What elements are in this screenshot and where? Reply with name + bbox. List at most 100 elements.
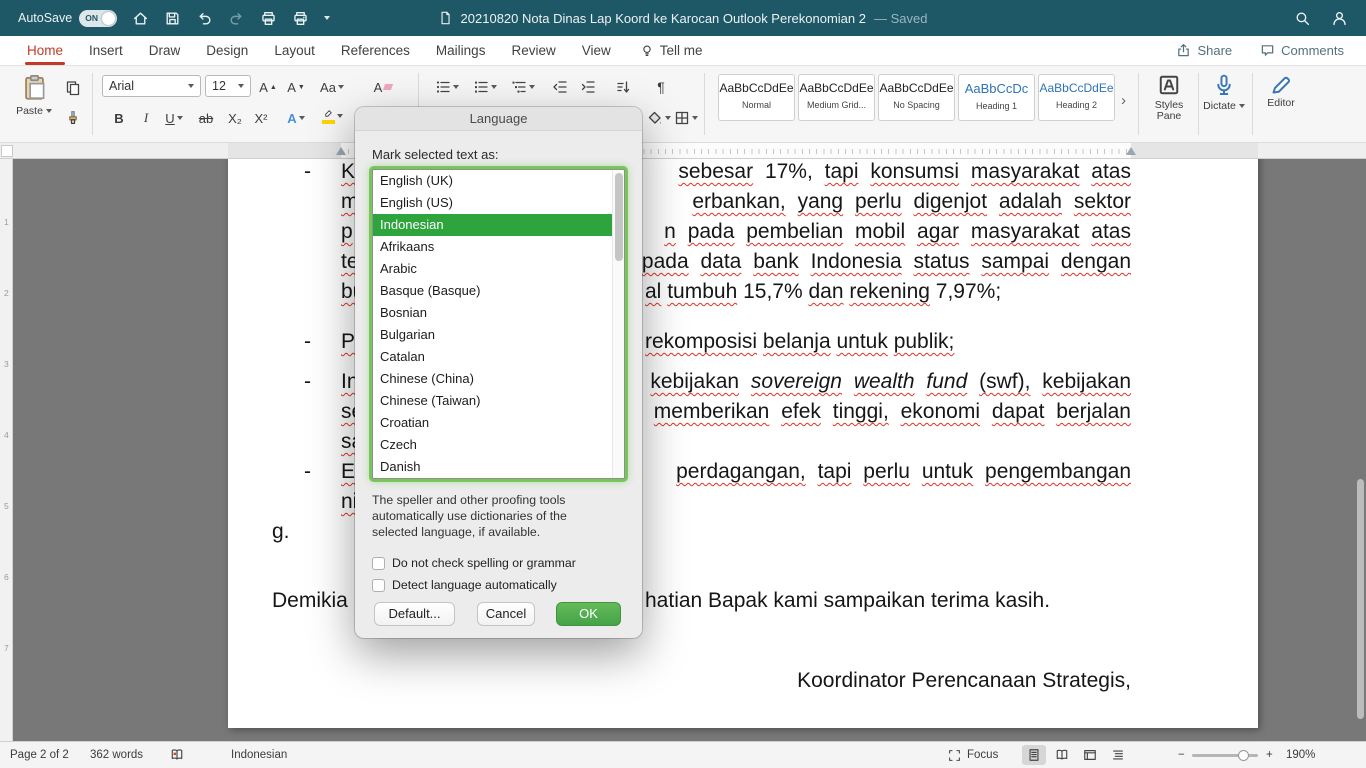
view-print-layout-button[interactable] — [1022, 745, 1046, 765]
tab-references[interactable]: References — [328, 36, 423, 66]
search-icon[interactable] — [1294, 10, 1311, 27]
checkbox-no-spell-check[interactable]: Do not check spelling or grammar — [372, 556, 576, 570]
print-icon[interactable] — [260, 10, 277, 27]
ok-button[interactable]: OK — [556, 602, 621, 626]
grow-font-button[interactable]: A ▲ — [257, 75, 279, 99]
list-scrollbar-thumb[interactable] — [615, 173, 623, 261]
change-case-button[interactable]: Aa — [316, 75, 348, 99]
language-option[interactable]: English (UK) — [373, 170, 624, 192]
language-option[interactable]: Danish — [373, 456, 624, 478]
text-effects-button[interactable]: A — [281, 106, 311, 130]
cancel-button[interactable]: Cancel — [477, 602, 535, 626]
comments-button[interactable]: Comments — [1260, 43, 1344, 58]
strikethrough-button[interactable]: ab — [195, 106, 217, 130]
tab-layout[interactable]: Layout — [261, 36, 328, 66]
style-chip-heading2[interactable]: AaBbCcDdEe Heading 2 — [1038, 74, 1115, 121]
clear-formatting-button[interactable]: A — [372, 75, 394, 99]
vertical-scrollbar-thumb[interactable] — [1357, 479, 1364, 719]
language-option[interactable]: Bulgarian — [373, 324, 624, 346]
editor-button[interactable]: Editor — [1256, 73, 1306, 109]
font-size-combo[interactable]: 12 — [205, 75, 251, 97]
copy-button[interactable] — [62, 76, 84, 100]
bold-button[interactable]: B — [108, 106, 130, 130]
view-outline-button[interactable] — [1106, 745, 1130, 765]
language-option[interactable]: Croatian — [373, 412, 624, 434]
page-indicator[interactable]: Page 2 of 2 — [10, 742, 69, 768]
quick-print-icon[interactable] — [292, 10, 309, 27]
language-option-selected[interactable]: Indonesian — [373, 214, 624, 236]
style-chip-medium-grid[interactable]: AaBbCcDdEe Medium Grid... — [798, 74, 875, 121]
zoom-slider-knob[interactable] — [1238, 750, 1249, 761]
autosave-toggle[interactable]: ON — [79, 9, 118, 27]
zoom-slider[interactable] — [1192, 750, 1258, 761]
toolbar-options-chevron-icon[interactable] — [324, 16, 331, 20]
horizontal-ruler[interactable] — [0, 143, 1366, 159]
zoom-out-button[interactable]: − — [1178, 742, 1185, 768]
tell-me-button[interactable]: Tell me — [624, 43, 703, 58]
multilevel-list-button[interactable] — [508, 75, 538, 99]
zoom-in-button[interactable]: + — [1266, 742, 1273, 768]
show-paragraph-marks-button[interactable]: ¶ — [650, 75, 672, 99]
sort-button[interactable] — [612, 75, 634, 99]
tab-insert[interactable]: Insert — [76, 36, 136, 66]
numbering-button[interactable] — [470, 75, 500, 99]
tab-view[interactable]: View — [569, 36, 624, 66]
language-option[interactable]: Catalan — [373, 346, 624, 368]
view-read-mode-button[interactable] — [1050, 745, 1074, 765]
shrink-font-button[interactable]: A ▼ — [285, 75, 307, 99]
save-icon[interactable] — [164, 10, 181, 27]
share-button[interactable]: Share — [1176, 43, 1232, 58]
focus-mode-button[interactable]: Focus — [948, 742, 998, 768]
word-count[interactable]: 362 words — [90, 742, 143, 768]
format-painter-button[interactable] — [62, 106, 84, 130]
subscript-button[interactable]: X₂ — [224, 106, 246, 130]
checkbox-detect-language[interactable]: Detect language automatically — [372, 578, 557, 592]
styles-gallery-more-button[interactable]: › — [1121, 92, 1126, 109]
language-listbox[interactable]: English (UK) English (US) Indonesian Afr… — [372, 169, 625, 479]
left-indent-marker[interactable] — [336, 147, 346, 155]
tab-home[interactable]: Home — [14, 36, 76, 66]
language-option[interactable]: Chinese (China) — [373, 368, 624, 390]
italic-button[interactable]: I — [135, 106, 157, 130]
proofing-status-icon[interactable] — [170, 742, 184, 768]
paste-button[interactable]: Paste — [10, 72, 58, 117]
language-indicator[interactable]: Indonesian — [231, 742, 287, 768]
tab-draw[interactable]: Draw — [136, 36, 194, 66]
default-button[interactable]: Default... — [374, 602, 455, 626]
redo-icon[interactable] — [228, 10, 245, 27]
bullets-button[interactable] — [432, 75, 462, 99]
language-option[interactable]: Czech — [373, 434, 624, 456]
superscript-button[interactable]: X² — [250, 106, 272, 130]
style-chip-heading1[interactable]: AaBbCcDc Heading 1 — [958, 74, 1035, 121]
vertical-ruler[interactable]: 1 2 3 4 5 6 7 — [0, 159, 13, 741]
styles-pane-button[interactable]: Styles Pane — [1142, 73, 1196, 122]
tab-mailings[interactable]: Mailings — [423, 36, 499, 66]
zoom-level[interactable]: 190% — [1286, 742, 1315, 768]
font-name-combo[interactable]: Arial — [102, 75, 201, 97]
tab-review[interactable]: Review — [498, 36, 568, 66]
highlight-button[interactable] — [317, 104, 347, 128]
shading-button[interactable] — [645, 106, 673, 130]
right-indent-marker[interactable] — [1126, 147, 1136, 155]
home-icon[interactable] — [132, 10, 149, 27]
style-chip-no-spacing[interactable]: AaBbCcDdEe No Spacing — [878, 74, 955, 121]
underline-button[interactable]: U — [160, 106, 188, 130]
style-chip-normal[interactable]: AaBbCcDdEe Normal — [718, 74, 795, 121]
borders-button[interactable] — [672, 106, 700, 130]
language-option[interactable]: English (US) — [373, 192, 624, 214]
view-web-layout-button[interactable] — [1078, 745, 1102, 765]
autosave-control: AutoSave ON — [18, 9, 118, 27]
list-scrollbar[interactable] — [612, 170, 624, 478]
undo-icon[interactable] — [196, 10, 213, 27]
tab-design[interactable]: Design — [193, 36, 261, 66]
account-icon[interactable] — [1331, 10, 1348, 27]
decrease-indent-button[interactable] — [549, 75, 571, 99]
language-option[interactable]: Basque (Basque) — [373, 280, 624, 302]
language-option[interactable]: Afrikaans — [373, 236, 624, 258]
language-option[interactable]: Arabic — [373, 258, 624, 280]
language-option[interactable]: Chinese (Taiwan) — [373, 390, 624, 412]
language-option[interactable]: Bosnian — [373, 302, 624, 324]
dictate-button[interactable]: Dictate — [1200, 73, 1248, 112]
increase-indent-button[interactable] — [577, 75, 599, 99]
tab-selector[interactable] — [1, 145, 13, 157]
